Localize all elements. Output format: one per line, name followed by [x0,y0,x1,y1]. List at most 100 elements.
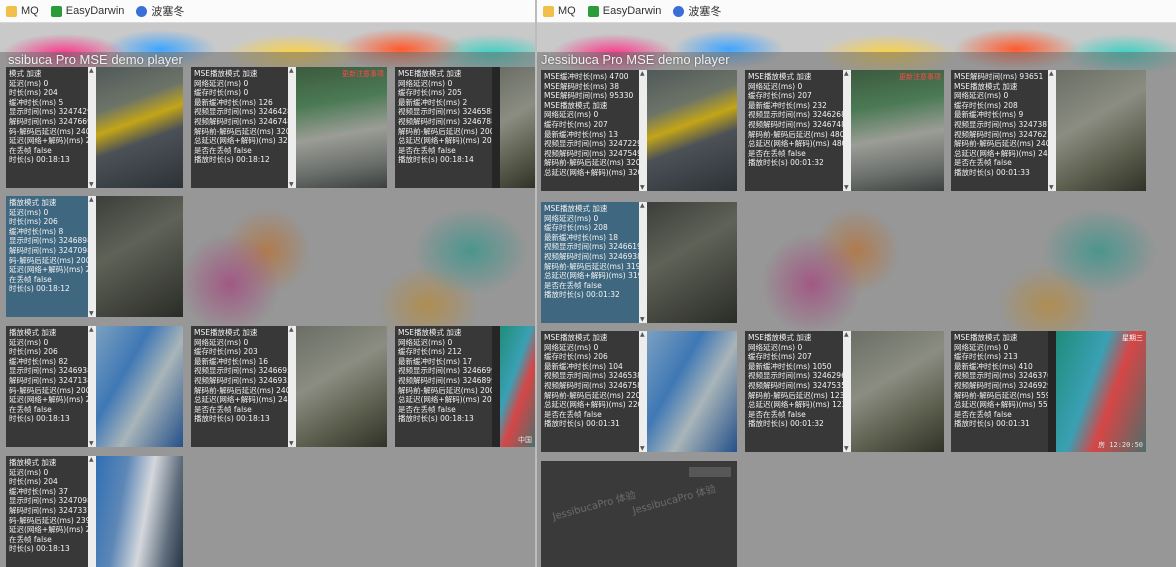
stat-line: 延迟(网络+解码)(ms) 239 [9,525,88,535]
stats-panel: MSE播放模式 加速 网络延迟(ms) 0 缓存时长(ms) 203 最新缓冲时长(m… [191,326,288,447]
stats-scrollbar[interactable] [88,326,96,447]
stat-line: 缓存时长(ms) 212 [398,347,462,357]
stat-line: 缓冲时长(ms) 8 [9,226,64,236]
stat-line: 视频显示时间(ms) 3246538 [544,371,639,381]
stat-line: 最新缓冲时长(ms) 232 [748,100,827,110]
stats-panel: MSE播放模式 加速 网络延迟(ms) 0 缓存时长(ms) 208 最新缓冲时长(m… [541,202,639,323]
stat-line: 解码前-解码后延迟(ms) 220 [544,390,639,400]
stats-scrollbar[interactable] [639,331,647,452]
folder-icon [543,5,554,17]
video-tile-R1[interactable]: MSE缓冲时长(ms) 4700 MSE解码时长(ms) 38 MSE解码时间(ms… [541,70,737,191]
stat-line: 在丢帧 false [9,534,52,544]
camera-feed: 星期三 房 12:20:50 [1056,331,1146,452]
stats-panel: MSE播放模式 加速 网络延迟(ms) 0 缓存时长(ms) 213 最新缓冲时长(m… [951,331,1048,452]
video-tile-R2[interactable]: MSE播放模式 加速 网络延迟(ms) 0 缓存时长(ms) 207 最新缓冲时长(m… [745,70,944,191]
app-icon [673,5,685,17]
stat-line: 缓存时长(ms) 0 [194,88,249,98]
stat-line: 延迟(ms) 0 [9,337,49,347]
stat-line: 总延迟(网络+解码)(ms) 559 [954,400,1048,410]
video-tile-L7[interactable]: MSE播放模式 加速 网络延迟(ms) 0 缓存时长(ms) 212 最新缓冲时长(m… [395,326,535,447]
stat-line: 视频显示时间(ms) 3246370 [954,371,1048,381]
stat-line: 最新缓冲时长(ms) 1050 [748,361,832,371]
stat-line: 视频解码时间(ms) 3247627 [954,129,1048,139]
camera-feed [96,326,183,447]
stats-scrollbar[interactable] [843,331,851,452]
stat-line: 最新缓冲时长(ms) 18 [544,232,618,242]
stat-line: 播放时长(s) 00:01:31 [544,419,620,429]
stats-scrollbar[interactable] [288,67,296,188]
stats-panel: MSE播放模式 加速 网络延迟(ms) 0 缓存时长(ms) 0 最新缓冲时长(ms)… [191,67,288,188]
video-tile-R4[interactable]: MSE播放模式 加速 网络延迟(ms) 0 缓存时长(ms) 208 最新缓冲时长(m… [541,202,737,323]
stats-scrollbar[interactable] [88,196,96,317]
video-tile-R3[interactable]: MSE解码时间(ms) 93651 MSE播放模式 加速 网络延迟(ms) 0 缓存时… [951,70,1146,191]
video-tile-L8[interactable]: 播放模式 加速 延迟(ms) 0 时长(ms) 204 缓冲时长(ms) 37 显示时间… [6,456,183,567]
stat-line: 网络延迟(ms) 0 [748,342,803,352]
stats-panel: 模式 加速 延迟(ms) 0 时长(ms) 204 缓冲时长(ms) 5 显示时间(ms… [6,67,88,188]
camera-feed [96,67,183,188]
stat-line: 时长(ms) 204 [9,88,58,98]
bookmark-easydarwin[interactable]: EasyDarwin [587,5,661,17]
camera-feed [296,326,387,447]
stats-scrollbar[interactable] [639,70,647,191]
stat-line: 视频显示时间(ms) 3246588 [398,107,492,117]
bookmark-app[interactable]: 波塞冬 [673,3,721,19]
video-tile-L3[interactable]: MSE播放模式 加速 网络延迟(ms) 0 缓存时长(ms) 205 最新缓冲时长(m… [395,67,535,188]
stat-line: 播放时长(s) 00:18:13 [194,414,270,424]
stat-line: MSE播放模式 加速 [194,69,258,78]
stats-scrollbar[interactable] [88,67,96,188]
stat-line: 显示时间(ms) 3246938 [9,366,88,376]
stat-line: MSE播放模式 加速 [544,100,608,110]
stat-line: 视频显示时间(ms) 3246268 [748,110,843,120]
stat-line: 最新缓冲时长(ms) 13 [544,129,618,139]
stat-line: 视频显示时间(ms) 3247387 [954,119,1048,129]
stat-line: MSE播放模式 加速 [748,333,812,342]
stats-scrollbar[interactable] [88,456,96,567]
bookmark-mq[interactable]: MQ [6,5,39,17]
stats-panel: MSE播放模式 加速 网络延迟(ms) 0 缓存时长(ms) 207 最新缓冲时长(m… [745,331,843,452]
stat-line: 播放模式 加速 [9,458,57,467]
stat-line: 播放时长(s) 00:01:32 [544,290,620,300]
video-tile-L1[interactable]: 模式 加速 延迟(ms) 0 时长(ms) 204 缓冲时长(ms) 5 显示时间(ms… [6,67,183,188]
stat-line: 播放时长(s) 00:18:13 [398,414,474,424]
video-tile-L2[interactable]: MSE播放模式 加速 网络延迟(ms) 0 缓存时长(ms) 0 最新缓冲时长(ms)… [191,67,387,188]
stat-line: 视频显示时间(ms) 3246695 [194,366,288,376]
stat-line: 解码前-解码后延迟(ms) 319 [544,261,639,271]
player-title: Jessibuca Pro MSE demo player [541,52,730,67]
video-tile-L6[interactable]: MSE播放模式 加速 网络延迟(ms) 0 缓存时长(ms) 203 最新缓冲时长(m… [191,326,387,447]
stat-line: 是否在丢帧 false [544,409,602,419]
stat-line: 视频解码时间(ms) 3246899 [398,375,492,385]
alarm-label: 更新注意事项 [899,73,941,81]
stats-scrollbar[interactable] [288,326,296,447]
bookmark-app[interactable]: 波塞冬 [136,3,184,19]
stat-line: 视频解码时间(ms) 3247549 [544,148,639,158]
stats-scrollbar[interactable] [843,70,851,191]
stats-scrollbar[interactable] [1048,70,1056,191]
stat-line: 缓存时长(ms) 203 [194,347,258,357]
stat-line: 网络延迟(ms) 0 [748,81,803,91]
stat-line: 最新缓冲时长(ms) 126 [194,97,273,107]
stat-line: 视频显示时间(ms) 3246699 [398,366,492,376]
stat-line: 网络延迟(ms) 0 [954,342,1009,352]
stat-line: 视频解码时间(ms) 3246748 [748,119,843,129]
stat-line: 是否在丢帧 false [194,145,252,155]
stat-line: 最新缓冲时长(ms) 9 [954,110,1024,120]
bookmark-easydarwin[interactable]: EasyDarwin [50,5,124,17]
stats-scrollbar[interactable] [639,202,647,323]
stat-line: 播放模式 加速 [9,328,57,337]
stat-line: 是否在丢帧 false [748,148,806,158]
stat-line: 总延迟(网络+解码)(ms) 480 [748,139,843,149]
video-tile-R5[interactable]: MSE播放模式 加速 网络延迟(ms) 0 缓存时长(ms) 206 最新缓冲时长(m… [541,331,737,452]
video-tile-R7[interactable]: MSE播放模式 加速 网络延迟(ms) 0 缓存时长(ms) 213 最新缓冲时长(m… [951,331,1146,452]
stat-line: 视频解码时间(ms) 3247535 [748,380,843,390]
video-tile-L5[interactable]: 播放模式 加速 延迟(ms) 0 时长(ms) 206 缓冲时长(ms) 82 显示时间… [6,326,183,447]
stat-line: 视频解码时间(ms) 3246758 [544,380,639,390]
stats-panel: 播放模式 加速 延迟(ms) 0 时长(ms) 204 缓冲时长(ms) 37 显示时间… [6,456,88,567]
video-tile-empty[interactable]: JessibucaPro 体验 JessibucaPro 体验 [541,461,737,567]
bookmark-mq[interactable]: MQ [543,5,576,17]
stats-panel: MSE解码时间(ms) 93651 MSE播放模式 加速 网络延迟(ms) 0 缓存时… [951,70,1048,191]
video-tile-L4[interactable]: 播放模式 加速 延迟(ms) 0 时长(ms) 206 缓冲时长(ms) 8 显示时间(… [6,196,183,317]
stat-line: 网络延迟(ms) 0 [398,337,453,347]
stat-line: 是否在丢帧 false [398,404,456,414]
video-tile-R6[interactable]: MSE播放模式 加速 网络延迟(ms) 0 缓存时长(ms) 207 最新缓冲时长(m… [745,331,944,452]
stat-line: MSE播放模式 加速 [194,328,258,337]
